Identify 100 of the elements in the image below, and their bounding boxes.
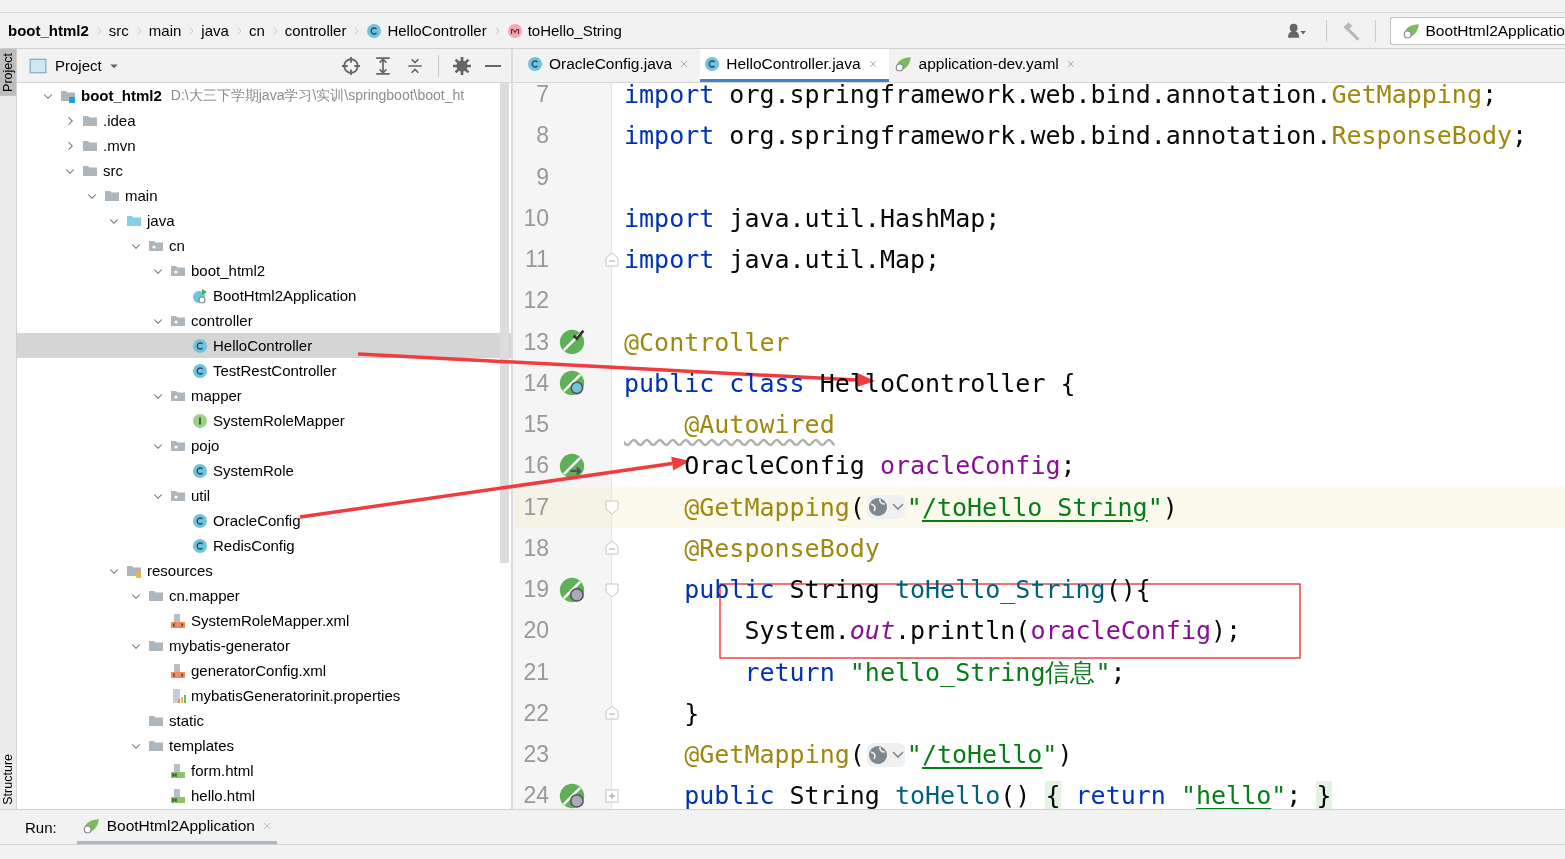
breadcrumb-item[interactable]: HelloController	[363, 22, 490, 39]
code-line: @GetMapping(	[683, 740, 865, 770]
line-number: 22	[522, 699, 549, 727]
editor-tab[interactable]: OracleConfig.java	[523, 49, 701, 82]
line-number: 14	[522, 369, 549, 397]
tree-item[interactable]: util	[17, 483, 511, 508]
breadcrumb-item[interactable]: java	[198, 22, 232, 39]
tree-item[interactable]: src	[17, 158, 511, 183]
locate-icon	[342, 56, 360, 75]
tree-item[interactable]: java	[17, 208, 511, 233]
tree-item[interactable]: SystemRole	[17, 458, 511, 483]
globe-dropdown-icon[interactable]	[866, 495, 905, 520]
line-number: 13	[522, 328, 549, 356]
class-icon	[192, 462, 208, 479]
breadcrumb-item[interactable]: controller	[281, 22, 350, 39]
tree-item[interactable]: HelloController	[17, 333, 511, 358]
code-line: @GetMapping(	[683, 492, 865, 522]
xml-file-icon	[170, 662, 186, 679]
tree-item[interactable]: form.html	[17, 758, 511, 783]
editor-tab[interactable]: application-dev.yaml	[888, 49, 1087, 82]
hammer-icon	[1341, 20, 1362, 41]
fold-icon	[604, 499, 620, 516]
tree-item[interactable]: BootHtml2Application	[17, 283, 511, 308]
class-icon	[192, 537, 208, 554]
tree-item[interactable]: boot_html2 D:\大三下学期java学习\实训\springboot\boot_ht	[17, 83, 511, 108]
line-number: 8	[535, 122, 549, 150]
breadcrumb-item[interactable]: main	[145, 22, 185, 39]
code-line: import org.springframework.web.bind.annotation.ResponseBody;	[624, 121, 1528, 151]
tree-item[interactable]: static	[17, 708, 511, 733]
settings-icon	[453, 56, 471, 75]
tool-window-tab[interactable]: Project	[0, 49, 16, 96]
tree-item[interactable]: cn.mapper	[17, 583, 511, 608]
breadcrumb-item[interactable]: toHello_String	[503, 22, 625, 39]
tree-item[interactable]: .idea	[17, 108, 511, 133]
html-file-icon	[170, 762, 186, 779]
code-line: "/toHello")	[906, 740, 1073, 770]
collapse-all-icon	[406, 56, 424, 75]
line-number: 16	[522, 452, 549, 480]
web-globe-icon	[559, 576, 585, 603]
html-file-icon	[170, 787, 186, 804]
tree-item[interactable]: TestRestController	[17, 358, 511, 383]
panel-icon	[29, 56, 47, 75]
globe-dropdown-icon[interactable]	[866, 742, 905, 767]
run-label: Run:	[25, 818, 57, 836]
code-line: @Autowired	[683, 410, 835, 440]
tree-item[interactable]: main	[17, 183, 511, 208]
code-line: "/toHello_String")	[906, 492, 1178, 522]
code-line: public class HelloController {	[624, 368, 1076, 398]
line-number: 19	[522, 576, 549, 604]
line-number: 11	[524, 246, 549, 274]
tree-item[interactable]: mybatisGeneratorinit.properties	[17, 683, 511, 708]
bean-search-icon	[559, 370, 585, 397]
code-line: @ResponseBody	[683, 533, 880, 563]
tree-item[interactable]: mybatis-generator	[17, 633, 511, 658]
xml-file-icon	[170, 612, 186, 629]
run-class-icon	[192, 287, 208, 304]
line-number: 9	[535, 163, 549, 191]
line-number: 7	[535, 83, 549, 109]
tree-item[interactable]: SystemRoleMapper	[17, 408, 511, 433]
tree-item[interactable]: hello.html	[17, 783, 511, 808]
method-icon	[506, 22, 523, 39]
tree-item[interactable]: SystemRoleMapper.xml	[17, 608, 511, 633]
tree-item[interactable]: RedisConfig	[17, 533, 511, 558]
expand-all-icon	[374, 56, 392, 75]
class-icon	[192, 362, 208, 379]
code-line: import java.util.HashMap;	[624, 203, 1001, 233]
tree-item[interactable]: controller	[17, 308, 511, 333]
line-number: 24	[522, 782, 549, 809]
class-icon	[527, 56, 543, 72]
interface-icon	[192, 412, 208, 429]
breadcrumb-item[interactable]: src	[105, 22, 132, 39]
bean-inject-icon	[559, 452, 585, 479]
code-line: System.out.println(oracleConfig);	[743, 616, 1242, 646]
tree-item[interactable]: generatorConfig.xml	[17, 658, 511, 683]
minimize-icon[interactable]	[485, 64, 501, 67]
line-number: 20	[522, 617, 549, 645]
tool-window-tab[interactable]: Structure	[0, 750, 16, 809]
code-line: }	[683, 698, 700, 728]
code-line: import java.util.Map;	[624, 245, 941, 275]
tree-item[interactable]: boot_html2	[17, 258, 511, 283]
class-icon	[366, 22, 383, 39]
breadcrumb-item[interactable]: cn	[245, 22, 268, 39]
project-view-dropdown[interactable]: Project	[55, 57, 120, 74]
breadcrumb-item[interactable]: boot_html2	[5, 22, 92, 39]
editor-tab[interactable]: HelloController.java	[700, 49, 889, 82]
properties-file-icon	[170, 687, 186, 704]
tree-item[interactable]: mapper	[17, 383, 511, 408]
line-number: 10	[522, 204, 549, 232]
line-number: 15	[522, 411, 549, 439]
tree-item[interactable]: cn	[17, 233, 511, 258]
tree-item[interactable]: resources	[17, 558, 511, 583]
code-line: OracleConfig oracleConfig;	[683, 451, 1076, 481]
tree-item[interactable]: .mvn	[17, 133, 511, 158]
line-number: 17	[522, 493, 549, 521]
tree-item[interactable]: OracleConfig	[17, 508, 511, 533]
tree-item[interactable]: templates	[17, 733, 511, 758]
tree-item[interactable]: pojo	[17, 433, 511, 458]
line-number: 23	[522, 741, 549, 769]
scrollbar[interactable]	[500, 83, 509, 563]
run-configuration-selector[interactable]: BootHtml2Applicatio	[1390, 16, 1565, 45]
